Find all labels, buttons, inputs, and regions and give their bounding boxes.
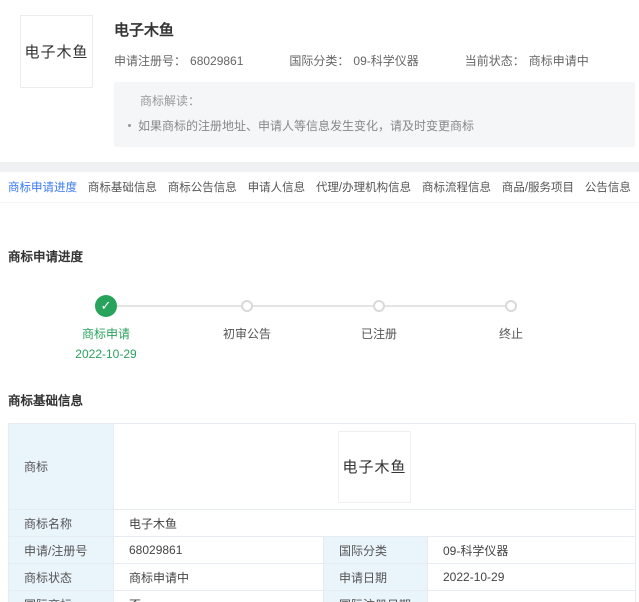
row-value: 2022-10-29: [428, 564, 636, 591]
note-title: 商标解读：: [126, 92, 623, 109]
section-divider: [0, 162, 639, 172]
table-row-mark: 商标 电子木鱼: [9, 424, 636, 510]
intl-class-label: 国际分类：: [289, 54, 349, 68]
mark-image-cell: 电子木鱼: [114, 424, 636, 510]
check-icon: ✓: [95, 295, 117, 317]
step-preliminary-gazette: 初审公告: [181, 295, 313, 342]
progress-section-title: 商标申请进度: [8, 246, 639, 265]
row-value: 电子木鱼: [114, 510, 636, 537]
page: 电子木鱼 电子木鱼 申请注册号： 68029861 国际分类： 09-科学仪器 当前…: [0, 0, 639, 602]
tab-applicant-info[interactable]: 申请人信息: [246, 177, 308, 197]
tab-agency-info[interactable]: 代理/办理机构信息: [314, 177, 413, 197]
intl-class-value: 09-科学仪器: [353, 54, 418, 68]
step-label: 已注册: [313, 325, 445, 342]
note-text: 如果商标的注册地址、申请人等信息发生变化，请及时变更商标: [138, 117, 474, 134]
row-label: 商标名称: [9, 510, 114, 537]
trademark-logo-image: 电子木鱼: [20, 15, 93, 88]
intl-class-field: 国际分类： 09-科学仪器: [289, 52, 418, 69]
row-label: 国际商标: [9, 591, 114, 602]
row-value: 商标申请中: [114, 564, 324, 591]
trademark-image: 电子木鱼: [338, 431, 411, 503]
table-row-intl: 国际商标 否 国际注册日期 -: [9, 591, 636, 602]
table-row-status-date: 商标状态 商标申请中 申请日期 2022-10-29: [9, 564, 636, 591]
registration-number-label: 申请注册号：: [114, 54, 186, 68]
tab-basic-info[interactable]: 商标基础信息: [86, 177, 159, 197]
trademark-logo-text: 电子木鱼: [24, 41, 88, 62]
tab-process-info[interactable]: 商标流程信息: [420, 177, 493, 197]
step-label: 商标申请: [40, 325, 172, 342]
step-label: 终止: [445, 325, 577, 342]
row-label: 申请日期: [324, 564, 428, 591]
trademark-note-box: 商标解读： 如果商标的注册地址、申请人等信息发生变化，请及时变更商标: [114, 82, 635, 147]
row-label: 国际分类: [324, 537, 428, 564]
step-date: 2022-10-29: [40, 347, 172, 361]
basic-info-table: 商标 电子木鱼 商标名称 电子木鱼 申请/注册号 68029861 国际分类 0…: [8, 423, 636, 602]
page-title: 电子木鱼: [114, 19, 639, 40]
registration-number-field: 申请注册号： 68029861: [114, 52, 243, 69]
step-registered: 已注册: [313, 295, 445, 342]
bullet-icon: [128, 124, 131, 127]
row-value: 68029861: [114, 537, 324, 564]
current-status-field: 当前状态： 商标申请中: [465, 52, 589, 69]
note-item: 如果商标的注册地址、申请人等信息发生变化，请及时变更商标: [126, 117, 623, 134]
registration-number-value: 68029861: [190, 54, 243, 68]
trademark-header: 电子木鱼 电子木鱼 申请注册号： 68029861 国际分类： 09-科学仪器 当前…: [0, 0, 639, 147]
trademark-meta-row: 申请注册号： 68029861 国际分类： 09-科学仪器 当前状态： 商标申请中: [114, 52, 639, 69]
row-label: 商标状态: [9, 564, 114, 591]
circle-icon: [373, 300, 385, 312]
row-value: 09-科学仪器: [428, 537, 636, 564]
tab-announcement-info[interactable]: 公告信息: [583, 177, 633, 197]
tab-bar: 商标申请进度 商标基础信息 商标公告信息 申请人信息 代理/办理机构信息 商标流…: [0, 172, 639, 203]
row-value: 否: [114, 591, 324, 602]
basic-info-section-title: 商标基础信息: [8, 390, 639, 409]
row-label: 申请/注册号: [9, 537, 114, 564]
tab-trademark-progress[interactable]: 商标申请进度: [6, 177, 79, 197]
row-label: 国际注册日期: [324, 591, 428, 602]
step-terminated: 终止: [445, 295, 577, 342]
tab-gazette-info[interactable]: 商标公告信息: [166, 177, 239, 197]
step-application: ✓ 商标申请 2022-10-29: [40, 295, 172, 361]
circle-icon: [505, 300, 517, 312]
current-status-label: 当前状态：: [465, 54, 525, 68]
table-row-name: 商标名称 电子木鱼: [9, 510, 636, 537]
mark-label-cell: 商标: [9, 424, 114, 510]
table-row-regno-class: 申请/注册号 68029861 国际分类 09-科学仪器: [9, 537, 636, 564]
tab-goods-services[interactable]: 商品/服务项目: [500, 177, 576, 197]
row-value: -: [428, 591, 636, 602]
progress-stepper: ✓ 商标申请 2022-10-29 初审公告 已注册 终止: [0, 295, 639, 370]
circle-icon: [241, 300, 253, 312]
step-label: 初审公告: [181, 325, 313, 342]
current-status-value: 商标申请中: [529, 54, 589, 68]
